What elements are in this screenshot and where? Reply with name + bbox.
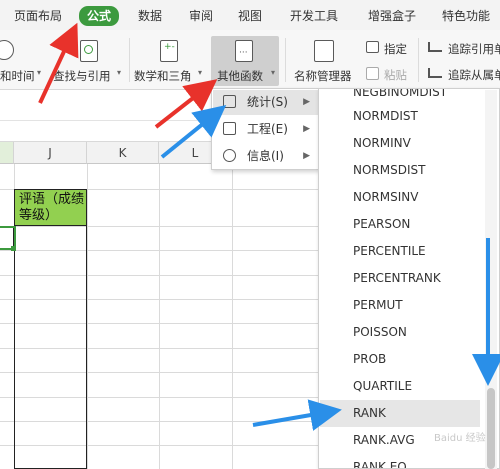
function-list-scroll-thumb[interactable] (487, 388, 495, 469)
chart-icon (223, 95, 236, 108)
tab-special[interactable]: 特色功能 (442, 7, 490, 25)
other-functions-button[interactable]: 其他函数 (217, 68, 263, 84)
info-icon (223, 149, 236, 162)
statistical-functions-list: NEGBINOMDIST NORMDIST NORMINV NORMSDIST … (318, 88, 500, 469)
engineering-icon (223, 122, 236, 135)
function-item[interactable]: POISSON (320, 319, 480, 346)
function-item[interactable]: NORMSINV (320, 184, 480, 211)
chevron-right-icon: ▶ (303, 151, 310, 161)
function-item[interactable]: QUARTILE (320, 373, 480, 400)
function-item[interactable]: NORMSDIST (320, 157, 480, 184)
separator (129, 38, 130, 82)
tab-formulas[interactable]: 公式 (79, 6, 120, 26)
name-manager-icon (314, 40, 334, 62)
menu-item-label: 统计(S) (247, 95, 288, 109)
date-time-button[interactable]: 和时间 (0, 68, 35, 84)
function-item[interactable]: NORMDIST (320, 103, 480, 130)
trace-dependents-icon (428, 68, 442, 78)
chevron-right-icon: ▶ (303, 97, 310, 107)
column-header-i[interactable] (0, 142, 14, 164)
cell-grade-header[interactable]: 评语（成绩等级） (14, 189, 87, 226)
grid-line (87, 164, 88, 469)
chevron-down-icon: ▾ (117, 68, 122, 77)
column-header-j[interactable]: J (14, 142, 87, 164)
tab-enhance-box[interactable]: 增强盒子 (368, 7, 416, 25)
math-icon: +- (160, 40, 178, 62)
math-trig-button[interactable]: 数学和三角 (134, 68, 192, 84)
specify-button[interactable]: 指定 (384, 41, 407, 57)
specify-icon (366, 41, 379, 53)
separator (285, 38, 286, 82)
column-header-k[interactable]: K (87, 142, 159, 164)
function-item[interactable]: NORMINV (320, 130, 480, 157)
chevron-down-icon: ▾ (198, 68, 203, 77)
lookup-reference-button[interactable]: 查找与引用 (53, 68, 111, 84)
tab-data[interactable]: 数据 (138, 7, 162, 25)
name-manager-button[interactable]: 名称管理器 (294, 68, 352, 84)
tab-review[interactable]: 审阅 (189, 7, 213, 25)
function-item[interactable]: PERCENTILE (320, 238, 480, 265)
fill-handle[interactable] (11, 246, 16, 251)
function-item[interactable]: RANK.EQ (320, 454, 480, 468)
other-functions-icon: ··· (235, 40, 253, 62)
trace-precedents-button[interactable]: 追踪引用单 (448, 41, 500, 57)
function-item[interactable]: PEARSON (320, 211, 480, 238)
cell-grade-header-text: 评语（成绩等级） (19, 192, 85, 223)
function-item[interactable]: PROB (320, 346, 480, 373)
trace-dependents-button[interactable]: 追踪从属单 (448, 67, 500, 83)
function-item[interactable]: PERCENTRANK (320, 265, 480, 292)
paste-button[interactable]: 粘贴 (384, 67, 407, 83)
menu-item-engineering[interactable]: 工程(E) ▶ (213, 117, 318, 142)
chevron-down-icon: ▾ (37, 68, 42, 77)
paste-icon (366, 67, 379, 80)
trace-precedents-icon (428, 42, 442, 52)
bordered-range (14, 226, 87, 469)
tab-view[interactable]: 视图 (238, 7, 262, 25)
function-item[interactable]: PERMUT (320, 292, 480, 319)
other-functions-menu: 统计(S) ▶ 工程(E) ▶ 信息(I) ▶ (211, 88, 319, 170)
lookup-icon (80, 40, 98, 62)
baidu-watermark: Baidu 经验 (434, 433, 486, 444)
menu-item-label: 信息(I) (247, 149, 284, 163)
tab-developer[interactable]: 开发工具 (290, 7, 338, 25)
menu-item-statistical[interactable]: 统计(S) ▶ (213, 90, 318, 115)
menu-item-label: 工程(E) (247, 122, 288, 136)
chevron-down-icon: ▾ (271, 68, 276, 77)
function-item-rank[interactable]: RANK (320, 400, 480, 427)
chevron-right-icon: ▶ (303, 124, 310, 134)
tab-page-layout[interactable]: 页面布局 (14, 7, 62, 25)
grid-line (232, 164, 233, 469)
menu-item-information[interactable]: 信息(I) ▶ (213, 144, 318, 169)
ribbon-tab-bar: 页面布局 公式 数据 审阅 视图 开发工具 增强盒子 特色功能 (0, 0, 500, 30)
grid-line (159, 164, 160, 469)
separator (418, 38, 419, 82)
